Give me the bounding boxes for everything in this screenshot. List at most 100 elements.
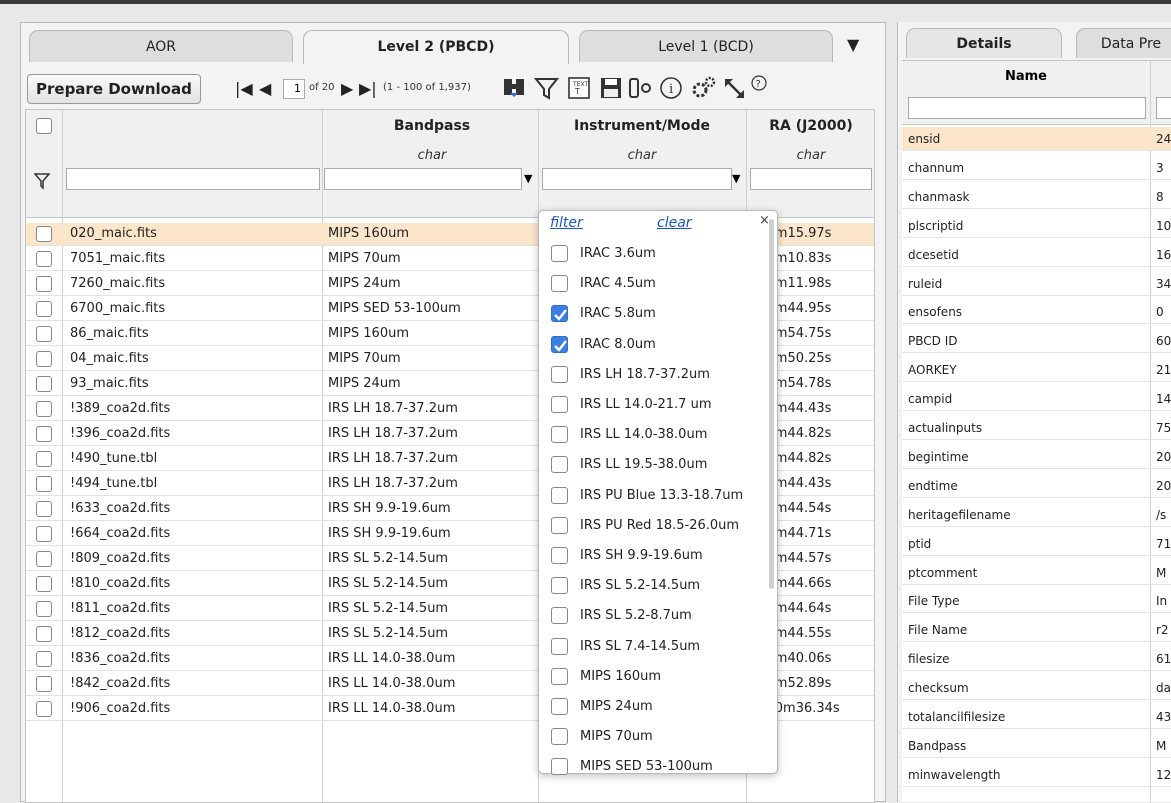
filter-option-checkbox[interactable] <box>551 728 568 746</box>
detail-row[interactable]: AORKEY 21 <box>902 358 1171 383</box>
filter-option-checkbox[interactable] <box>551 335 568 353</box>
bandpass-filter-input[interactable] <box>324 168 522 190</box>
filter-option-checkbox[interactable] <box>551 245 568 262</box>
first-page-icon[interactable]: |◀ <box>235 79 253 99</box>
select-all-checkbox[interactable] <box>36 118 52 134</box>
row-checkbox[interactable] <box>36 601 52 617</box>
row-checkbox[interactable] <box>36 276 52 292</box>
popup-filter-link[interactable]: filter <box>550 215 583 231</box>
detail-row[interactable]: channum 3 <box>902 156 1171 180</box>
row-checkbox[interactable] <box>36 451 52 467</box>
filter-option-checkbox[interactable] <box>551 577 568 595</box>
instrument-filter-input[interactable] <box>542 168 732 190</box>
row-checkbox[interactable] <box>36 701 52 717</box>
column-options-icon[interactable] <box>627 73 655 103</box>
row-checkbox[interactable] <box>36 501 52 517</box>
filter-option-checkbox[interactable] <box>551 637 568 655</box>
filter-option-checkbox[interactable] <box>551 365 568 383</box>
page-number-input[interactable]: 1 <box>283 79 305 99</box>
row-checkbox[interactable] <box>36 326 52 342</box>
row-checkbox[interactable] <box>36 401 52 417</box>
filter-option-checkbox[interactable] <box>551 305 568 323</box>
row-checkbox[interactable] <box>36 226 52 242</box>
column-header-ra[interactable]: RA (J2000) <box>746 118 874 134</box>
value-filter-input[interactable] <box>1156 97 1171 119</box>
detail-row[interactable]: chanmask 8 <box>902 185 1171 209</box>
detail-row[interactable]: checksum da <box>902 676 1171 701</box>
row-checkbox[interactable] <box>36 576 52 592</box>
name-filter-input[interactable] <box>908 97 1146 119</box>
filter-icon[interactable] <box>533 73 561 103</box>
detail-row[interactable]: File Type In <box>902 589 1171 614</box>
detail-row[interactable]: plscriptid 10 <box>902 214 1171 238</box>
filter-option-checkbox[interactable] <box>551 547 568 564</box>
detail-row[interactable]: ruleid 34 <box>902 272 1171 296</box>
detail-row[interactable]: PBCD ID 60 <box>902 329 1171 354</box>
next-page-icon[interactable]: ▶ <box>341 79 353 99</box>
bandpass-filter-dropdown-icon[interactable]: ▼ <box>524 172 532 185</box>
filter-row-icon[interactable] <box>33 172 51 194</box>
binoculars-icon[interactable] <box>501 73 529 103</box>
tab-level2-pbcd[interactable]: Level 2 (PBCD) <box>303 30 569 64</box>
detail-row[interactable]: Bandpass M <box>902 734 1171 758</box>
filter-option-checkbox[interactable] <box>551 396 568 413</box>
filter-option-checkbox[interactable] <box>551 516 568 534</box>
detail-row[interactable]: ptid 71 <box>902 532 1171 556</box>
detail-row[interactable]: ensid 24 <box>902 127 1171 151</box>
tab-level1-bcd[interactable]: Level 1 (BCD) <box>579 30 833 62</box>
detail-row[interactable]: totalancilfilesize 43 <box>902 705 1171 729</box>
filter-option-checkbox[interactable] <box>551 456 568 474</box>
last-page-icon[interactable]: ▶| <box>359 79 377 99</box>
detail-row[interactable]: ensofens 0 <box>902 300 1171 325</box>
text-view-icon[interactable]: TEXT T <box>565 73 593 103</box>
filename-filter-input[interactable] <box>66 168 320 190</box>
prepare-download-button[interactable]: Prepare Download <box>27 74 201 104</box>
row-checkbox[interactable] <box>36 301 52 317</box>
filter-option-checkbox[interactable] <box>551 607 568 625</box>
detail-row[interactable]: filesize 61 <box>902 647 1171 672</box>
tab-bar: AOR Level 2 (PBCD) Level 1 (BCD) ▼ <box>21 23 885 64</box>
detail-row[interactable]: campid 14 <box>902 387 1171 412</box>
detail-row[interactable]: heritagefilename/s <box>902 503 1171 527</box>
row-checkbox[interactable] <box>36 351 52 367</box>
detail-row[interactable]: minwavelength 12 <box>902 763 1171 787</box>
prev-page-icon[interactable]: ◀ <box>259 79 271 99</box>
popup-scrollbar[interactable] <box>769 219 774 589</box>
detail-row[interactable]: ptcomment M <box>902 561 1171 585</box>
column-header-instrument-mode[interactable]: Instrument/Mode <box>540 118 744 134</box>
row-checkbox[interactable] <box>36 476 52 492</box>
help-icon[interactable]: ? <box>747 73 775 103</box>
row-checkbox[interactable] <box>36 676 52 692</box>
info-icon[interactable]: i <box>657 73 685 103</box>
row-checkbox[interactable] <box>36 426 52 442</box>
row-checkbox[interactable] <box>36 251 52 267</box>
detail-row[interactable]: actualinputs 75 <box>902 416 1171 440</box>
row-checkbox[interactable] <box>36 376 52 392</box>
filter-option-checkbox[interactable] <box>551 758 568 776</box>
detail-row[interactable]: File Name r2 <box>902 618 1171 643</box>
filter-option-checkbox[interactable] <box>551 698 568 715</box>
filter-option-checkbox[interactable] <box>551 275 568 293</box>
tab-details[interactable]: Details <box>906 28 1062 58</box>
save-icon[interactable] <box>597 73 625 103</box>
detail-row[interactable]: begintime 20 <box>902 445 1171 469</box>
row-checkbox[interactable] <box>36 526 52 542</box>
tab-menu-dropdown-icon[interactable]: ▼ <box>847 35 859 54</box>
detail-row[interactable]: endtime 20 <box>902 474 1171 498</box>
filter-option-checkbox[interactable] <box>551 426 568 444</box>
name-column-header[interactable]: Name <box>902 69 1150 84</box>
settings-gear-icon[interactable] <box>689 73 717 103</box>
row-checkbox[interactable] <box>36 626 52 642</box>
row-checkbox[interactable] <box>36 651 52 667</box>
detail-row[interactable]: dcesetid 16 <box>902 243 1171 267</box>
filter-option-checkbox[interactable] <box>551 667 568 685</box>
expand-icon[interactable] <box>721 73 749 103</box>
ra-filter-input[interactable] <box>750 168 872 190</box>
popup-clear-link[interactable]: clear <box>657 215 692 231</box>
tab-data-preview[interactable]: Data Pre <box>1076 28 1171 58</box>
instrument-filter-dropdown-icon[interactable]: ▼ <box>732 172 740 185</box>
column-header-bandpass[interactable]: Bandpass <box>326 118 538 134</box>
row-checkbox[interactable] <box>36 551 52 567</box>
filter-option-checkbox[interactable] <box>551 486 568 504</box>
tab-aor[interactable]: AOR <box>29 30 293 62</box>
